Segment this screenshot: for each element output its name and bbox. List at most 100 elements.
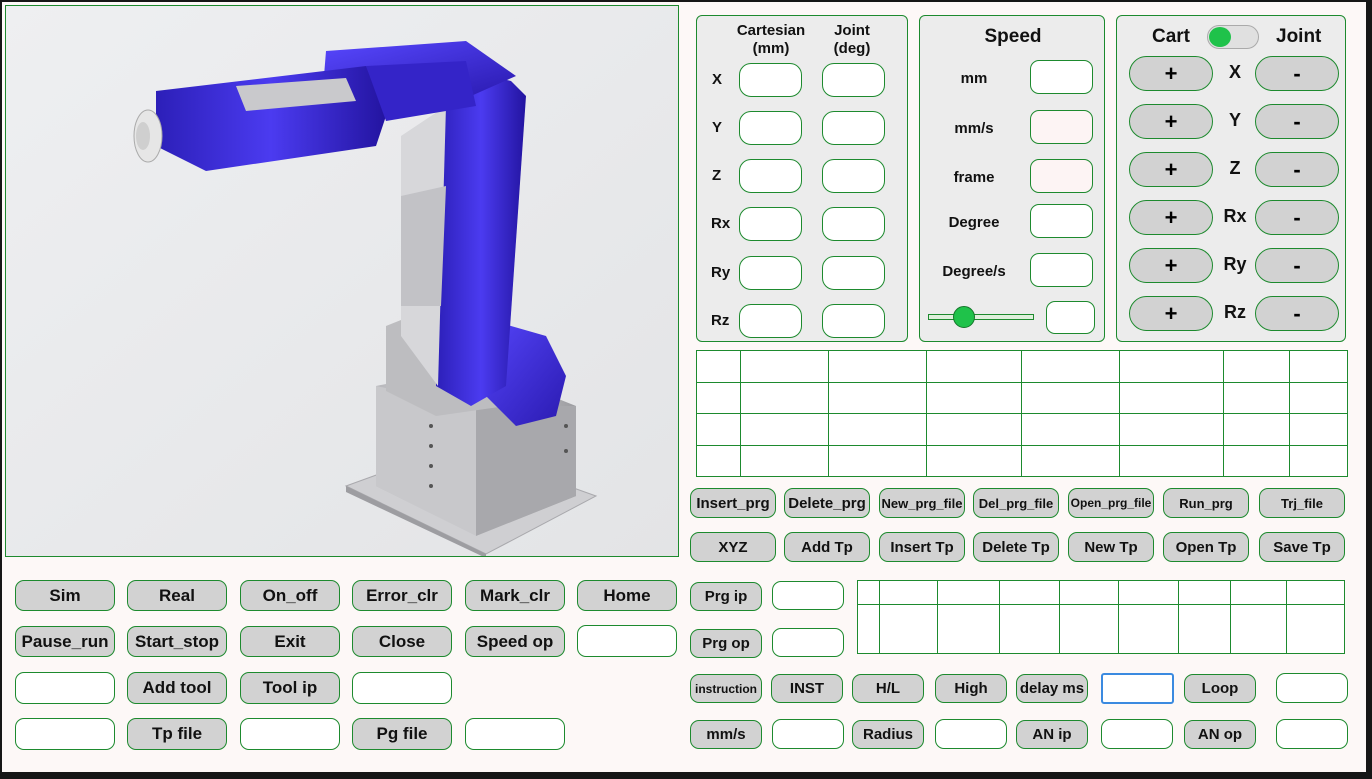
io-table-cell[interactable] [1178, 604, 1232, 654]
program-table-cell[interactable] [925, 413, 1023, 446]
program-table-cell[interactable] [1021, 350, 1121, 383]
speed-mm-s-field[interactable] [1030, 110, 1093, 144]
speed-degree-field[interactable] [1030, 204, 1093, 238]
program-table-cell[interactable] [1223, 381, 1291, 414]
jog-minus-rx-button[interactable]: - [1255, 200, 1339, 235]
save-tp-button[interactable]: Save Tp [1259, 532, 1345, 562]
delete-tp-button[interactable]: Delete Tp [973, 532, 1059, 562]
program-table-cell[interactable] [739, 350, 829, 383]
joint-x-field[interactable] [822, 63, 885, 97]
program-table-cell[interactable] [925, 381, 1023, 414]
delay-ms-button[interactable]: delay ms [1016, 674, 1088, 703]
an-ip-button[interactable]: AN ip [1016, 720, 1088, 749]
on-off-button[interactable]: On_off [240, 580, 340, 611]
prg-ip-field[interactable] [772, 581, 844, 610]
io-table-cell[interactable] [1118, 604, 1180, 654]
program-table-row[interactable] [696, 381, 1348, 414]
xyz-button[interactable]: XYZ [690, 532, 776, 562]
run-prg-button[interactable]: Run_prg [1163, 488, 1249, 518]
add-tool-button[interactable]: Add tool [127, 672, 227, 704]
program-table-row[interactable] [696, 444, 1348, 477]
io-table-cell[interactable] [878, 604, 938, 654]
jog-minus-x-button[interactable]: - [1255, 56, 1339, 91]
jog-plus-rx-button[interactable]: + [1129, 200, 1213, 235]
cartesian-rz-field[interactable] [739, 304, 802, 338]
cartesian-rx-field[interactable] [739, 207, 802, 241]
h-l-button[interactable]: H/L [852, 674, 924, 703]
jog-plus-rz-button[interactable]: + [1129, 296, 1213, 331]
start-stop-button[interactable]: Start_stop [127, 626, 227, 657]
tp-file-field-1[interactable] [15, 718, 115, 750]
joint-rz-field[interactable] [822, 304, 885, 338]
io-table-cell[interactable] [936, 580, 1000, 605]
jog-plus-z-button[interactable]: + [1129, 152, 1213, 187]
io-table-cell[interactable] [857, 604, 880, 654]
io-table-row[interactable] [857, 580, 1345, 605]
io-table-cell[interactable] [936, 604, 1000, 654]
program-table-cell[interactable] [739, 381, 829, 414]
inst-button[interactable]: INST [771, 674, 843, 703]
new-tp-button[interactable]: New Tp [1068, 532, 1154, 562]
an-ip-field[interactable] [1101, 719, 1173, 749]
io-table-cell[interactable] [1118, 580, 1180, 605]
program-table-cell[interactable] [1289, 413, 1348, 446]
io-table-cell[interactable] [1286, 580, 1345, 605]
jog-plus-y-button[interactable]: + [1129, 104, 1213, 139]
program-table-cell[interactable] [925, 444, 1023, 477]
open-prg-file-button[interactable]: Open_prg_file [1068, 488, 1154, 518]
tool-ip-button[interactable]: Tool ip [240, 672, 340, 704]
jog-plus-x-button[interactable]: + [1129, 56, 1213, 91]
program-table-cell[interactable] [1119, 350, 1225, 383]
program-table-cell[interactable] [1119, 381, 1225, 414]
program-table-cell[interactable] [696, 381, 741, 414]
joint-ry-field[interactable] [822, 256, 885, 290]
program-table-cell[interactable] [739, 444, 829, 477]
add-tp-button[interactable]: Add Tp [784, 532, 870, 562]
program-table-row[interactable] [696, 413, 1348, 446]
program-table-cell[interactable] [1119, 444, 1225, 477]
program-table-cell[interactable] [739, 413, 829, 446]
speed-slider[interactable] [928, 306, 1034, 328]
jog-minus-rz-button[interactable]: - [1255, 296, 1339, 331]
an-op-field[interactable] [1276, 719, 1348, 749]
program-table-cell[interactable] [925, 350, 1023, 383]
an-op-button[interactable]: AN op [1184, 720, 1256, 749]
insert-tp-button[interactable]: Insert Tp [879, 532, 965, 562]
tp-file-button[interactable]: Tp file [127, 718, 227, 750]
program-table-cell[interactable] [1289, 350, 1348, 383]
program-table-cell[interactable] [696, 444, 741, 477]
io-table-cell[interactable] [998, 580, 1060, 605]
insert-prg-button[interactable]: Insert_prg [690, 488, 776, 518]
home-button[interactable]: Home [577, 580, 677, 611]
speed-op-field[interactable] [577, 625, 677, 657]
program-table-cell[interactable] [1021, 444, 1121, 477]
io-table-cell[interactable] [857, 580, 880, 605]
speed-frame-field[interactable] [1030, 159, 1093, 193]
cartesian-x-field[interactable] [739, 63, 802, 97]
mode-toggle[interactable] [1207, 25, 1259, 49]
program-table-cell[interactable] [696, 350, 741, 383]
io-table-cell[interactable] [1058, 604, 1120, 654]
jog-minus-ry-button[interactable]: - [1255, 248, 1339, 283]
prg-op-field[interactable] [772, 628, 844, 657]
io-table-cell[interactable] [1286, 604, 1345, 654]
exit-button[interactable]: Exit [240, 626, 340, 657]
prg-ip-button[interactable]: Prg ip [690, 582, 762, 611]
program-table-cell[interactable] [1223, 350, 1291, 383]
jog-plus-ry-button[interactable]: + [1129, 248, 1213, 283]
joint-z-field[interactable] [822, 159, 885, 193]
program-table-cell[interactable] [1289, 381, 1348, 414]
program-table-cell[interactable] [827, 350, 927, 383]
cartesian-z-field[interactable] [739, 159, 802, 193]
open-tp-button[interactable]: Open Tp [1163, 532, 1249, 562]
slider-handle[interactable] [953, 306, 975, 328]
program-table-cell[interactable] [1223, 444, 1291, 477]
speed-mm-field[interactable] [1030, 60, 1093, 94]
sim-button[interactable]: Sim [15, 580, 115, 611]
joint-y-field[interactable] [822, 111, 885, 145]
io-table-cell[interactable] [1230, 580, 1288, 605]
del-prg-file-button[interactable]: Del_prg_file [973, 488, 1059, 518]
tp-file-field-2[interactable] [240, 718, 340, 750]
program-table-cell[interactable] [1021, 381, 1121, 414]
prg-op-button[interactable]: Prg op [690, 629, 762, 658]
